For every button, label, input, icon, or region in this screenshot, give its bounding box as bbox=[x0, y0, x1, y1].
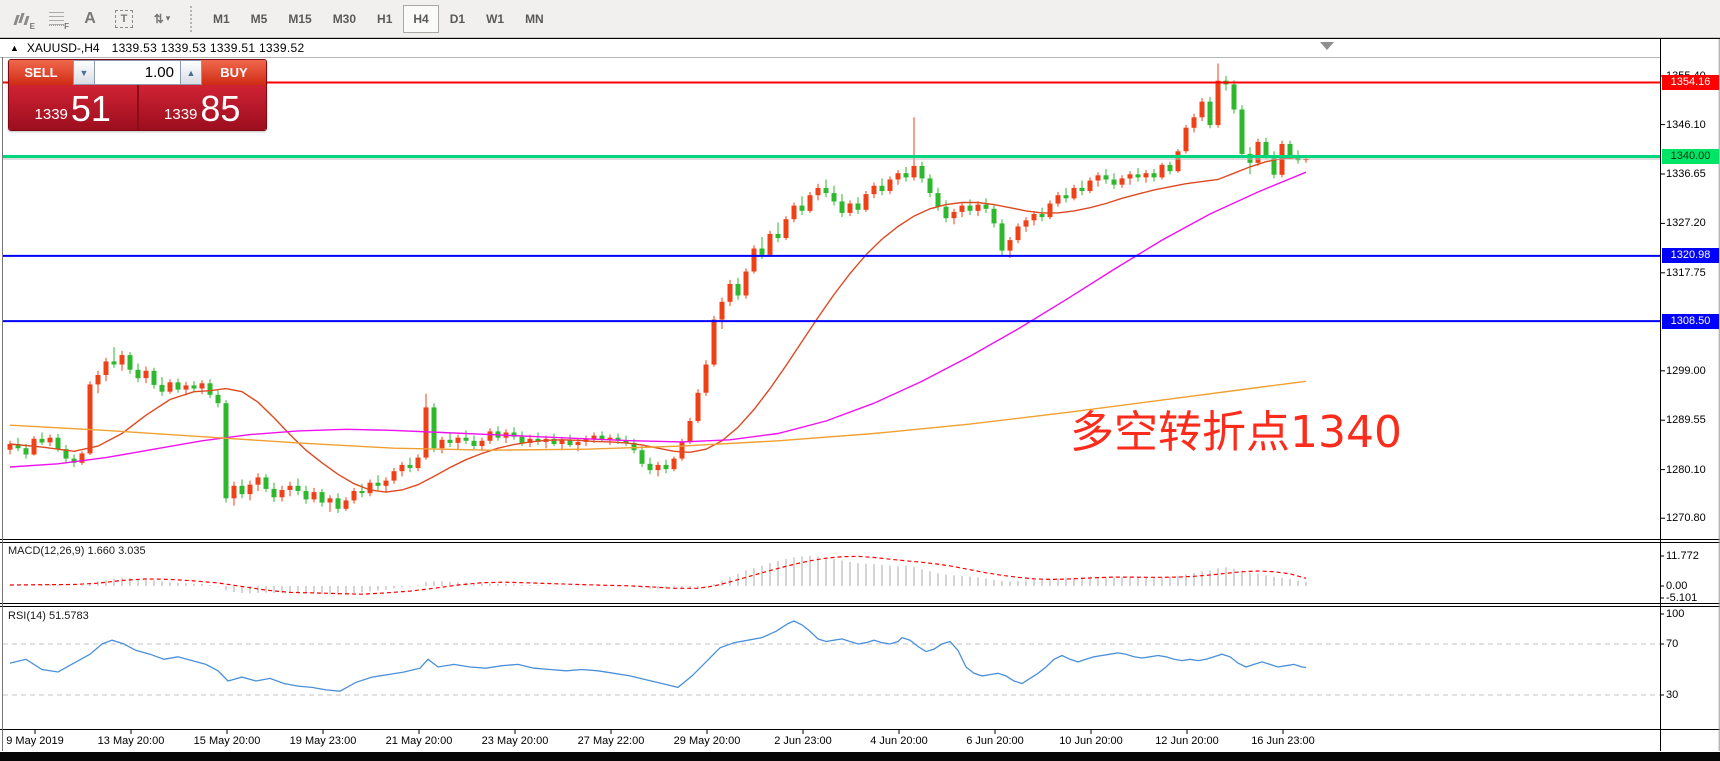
one-click-panel-toggle[interactable]: ▲ bbox=[10, 43, 19, 53]
rsi-axis-label: 70 bbox=[1666, 638, 1678, 651]
time-axis-label: 13 May 20:00 bbox=[83, 735, 179, 747]
bid-price-small: 1339 bbox=[35, 106, 68, 123]
sell-button[interactable]: SELL bbox=[9, 60, 73, 85]
chart-text-annotation: 多空转折点1340 bbox=[1070, 396, 1402, 460]
volume-decrease-button[interactable]: ▼ bbox=[73, 60, 95, 85]
macd-axis-label: 11.772 bbox=[1666, 550, 1699, 563]
macd-axis-label: -5.101 bbox=[1666, 592, 1697, 605]
ask-price-small: 1339 bbox=[164, 106, 197, 123]
bid-price-big: 51 bbox=[71, 91, 111, 127]
price-axis-label: 1289.55 bbox=[1666, 413, 1706, 427]
chart-shift-marker-icon[interactable] bbox=[1320, 42, 1334, 50]
rsi-line bbox=[10, 621, 1306, 691]
trade-panel-top-row: SELL ▼ 1.00 ▲ BUY bbox=[9, 60, 266, 85]
time-axis-label: 15 May 20:00 bbox=[179, 735, 275, 747]
time-axis-label: 4 Jun 20:00 bbox=[851, 735, 947, 747]
time-axis-label: 12 Jun 20:00 bbox=[1139, 735, 1235, 747]
chart-ohlc-values: 1339.53 1339.53 1339.51 1339.52 bbox=[112, 41, 305, 55]
price-axis-label: 1327.20 bbox=[1666, 216, 1706, 230]
chart-title-strip: ▲ XAUUSD-,H4 1339.53 1339.53 1339.51 133… bbox=[0, 39, 1660, 57]
time-axis-label: 10 Jun 20:00 bbox=[1043, 735, 1139, 747]
price-axis-label: 1346.10 bbox=[1666, 118, 1706, 132]
time-axis-label: 16 Jun 23:00 bbox=[1235, 735, 1331, 747]
time-axis-label: 9 May 2019 bbox=[0, 735, 83, 747]
rsi-axis-label: 100 bbox=[1666, 608, 1684, 621]
rsi-axis-label: 30 bbox=[1666, 689, 1678, 702]
one-click-trading-panel: SELL ▼ 1.00 ▲ BUY 1339 51 1339 85 bbox=[8, 59, 267, 131]
buy-button[interactable]: BUY bbox=[202, 60, 266, 85]
price-marker-1320.98: 1320.98 bbox=[1662, 248, 1719, 263]
time-axis-label: 2 Jun 23:00 bbox=[755, 735, 851, 747]
price-marker-1308.50: 1308.50 bbox=[1662, 314, 1719, 329]
price-axis-label: 1280.10 bbox=[1666, 463, 1706, 477]
trade-panel-quotes: 1339 51 1339 85 bbox=[9, 85, 266, 130]
price-axis-label: 1336.65 bbox=[1666, 167, 1706, 181]
price-marker-1354.16: 1354.16 bbox=[1662, 75, 1719, 90]
time-axis-label: 23 May 20:00 bbox=[467, 735, 563, 747]
chart-symbol-title: XAUUSD-,H4 bbox=[27, 41, 100, 55]
trading-terminal: E F A T ⇅ ▾ M1M5M15M30H1H4D1W1MN ▲ XAUUS… bbox=[0, 0, 1720, 761]
ask-quote[interactable]: 1339 85 bbox=[139, 85, 267, 130]
price-axis-label: 1270.80 bbox=[1666, 511, 1706, 525]
macd-pane-title: MACD(12,26,9) 1.660 3.035 bbox=[8, 545, 146, 557]
price-axis-label: 1317.75 bbox=[1666, 266, 1706, 280]
bottom-bar bbox=[0, 752, 1720, 761]
bid-quote[interactable]: 1339 51 bbox=[9, 85, 139, 130]
volume-increase-button[interactable]: ▲ bbox=[180, 60, 202, 85]
rsi-pane-title: RSI(14) 51.5783 bbox=[8, 610, 89, 622]
time-axis-label: 21 May 20:00 bbox=[371, 735, 467, 747]
time-axis-label: 29 May 20:00 bbox=[659, 735, 755, 747]
ask-price-big: 85 bbox=[200, 91, 240, 127]
time-axis-label: 27 May 22:00 bbox=[563, 735, 659, 747]
volume-input[interactable]: 1.00 bbox=[95, 60, 180, 85]
time-axis-label: 6 Jun 20:00 bbox=[947, 735, 1043, 747]
price-axis-label: 1299.00 bbox=[1666, 364, 1706, 378]
time-axis-label: 19 May 23:00 bbox=[275, 735, 371, 747]
price-marker-1340.00: 1340.00 bbox=[1662, 149, 1719, 164]
